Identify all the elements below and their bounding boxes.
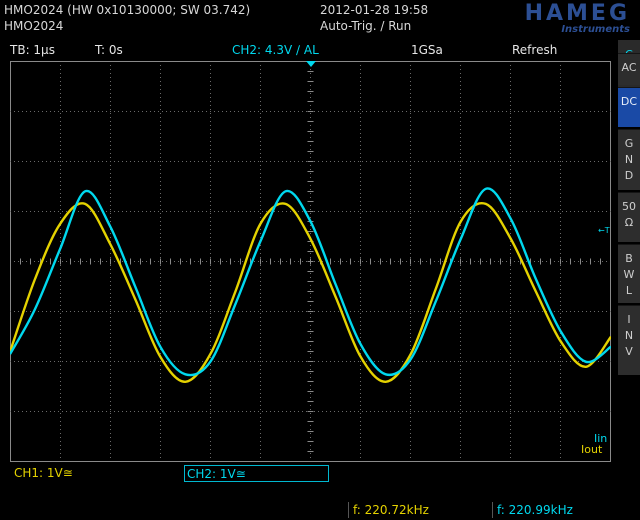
side-button-label: B [625, 252, 633, 265]
bottom-bar: CH1: 1V≅ CH2: 1V≅ f: 220.72kHz f: 220.99… [0, 462, 640, 520]
side-button-label: D [624, 169, 634, 182]
dc-coupling-button[interactable]: DC [618, 87, 640, 127]
hameg-logo: HAMEG Instruments [452, 2, 630, 36]
ch1-frequency-readout: f: 220.72kHz [348, 502, 486, 518]
logo-wordmark: HAMEG [524, 1, 630, 26]
ch1-scale-readout[interactable]: CH1: 1V≅ [10, 465, 182, 482]
side-button-label: G [624, 137, 634, 150]
device-info: HMO2024 (HW 0x10130000; SW 03.742) [4, 3, 251, 17]
waveform-plot: ←T 2 1 Iin Iout [2, 61, 612, 462]
instrument-header: HMO2024 (HW 0x10130000; SW 03.742) HMO20… [0, 0, 640, 40]
trigger-state: Auto-Trig. / Run [320, 19, 412, 33]
side-button-label: L [625, 284, 633, 297]
trigger-setting-readout[interactable]: CH2: 4.3V ∕ AL [232, 43, 319, 57]
50-ohm-button[interactable]: 50 Ω [618, 192, 640, 242]
waveform-display[interactable]: ←T 2 1 Iin Iout [2, 61, 612, 462]
sample-rate-readout: 1GSa [411, 43, 443, 57]
invert-button[interactable]: INV [618, 305, 640, 375]
channel-side-menu: CH2 ACDCGND50ΩBWLINV [618, 40, 640, 480]
side-button-label: I [627, 313, 631, 326]
timebase-readout[interactable]: TB: 1µs [10, 43, 55, 57]
side-button-label: DC [620, 95, 638, 108]
trigger-time-readout[interactable]: T: 0s [95, 43, 123, 57]
side-button-label: N [624, 329, 634, 342]
logo-subtitle: Instruments [561, 24, 630, 35]
bwl-button[interactable]: BWL [618, 244, 640, 303]
side-button-label: W [623, 268, 635, 281]
ac-coupling-button[interactable]: AC [618, 53, 640, 85]
ch2-scale-readout[interactable]: CH2: 1V≅ [184, 465, 329, 482]
side-button-label: V [625, 345, 633, 358]
side-button-label: N [624, 153, 634, 166]
trigger-level-marker: ←T [598, 226, 610, 235]
acquisition-mode-readout[interactable]: Refresh [512, 43, 557, 57]
gnd-coupling-button[interactable]: GND [618, 129, 640, 190]
side-button-label: AC [621, 61, 637, 74]
datetime: 2012-01-28 19:58 [320, 3, 429, 17]
side-button-label: 50 [622, 200, 636, 213]
ch2-frequency-readout: f: 220.99kHz [492, 502, 630, 518]
iout-label: Iout [581, 443, 603, 456]
status-bar: TB: 1µs T: 0s CH2: 4.3V ∕ AL 1GSa Refres… [0, 40, 610, 60]
device-name: HMO2024 [4, 19, 64, 33]
side-button-label: Ω [624, 216, 634, 229]
